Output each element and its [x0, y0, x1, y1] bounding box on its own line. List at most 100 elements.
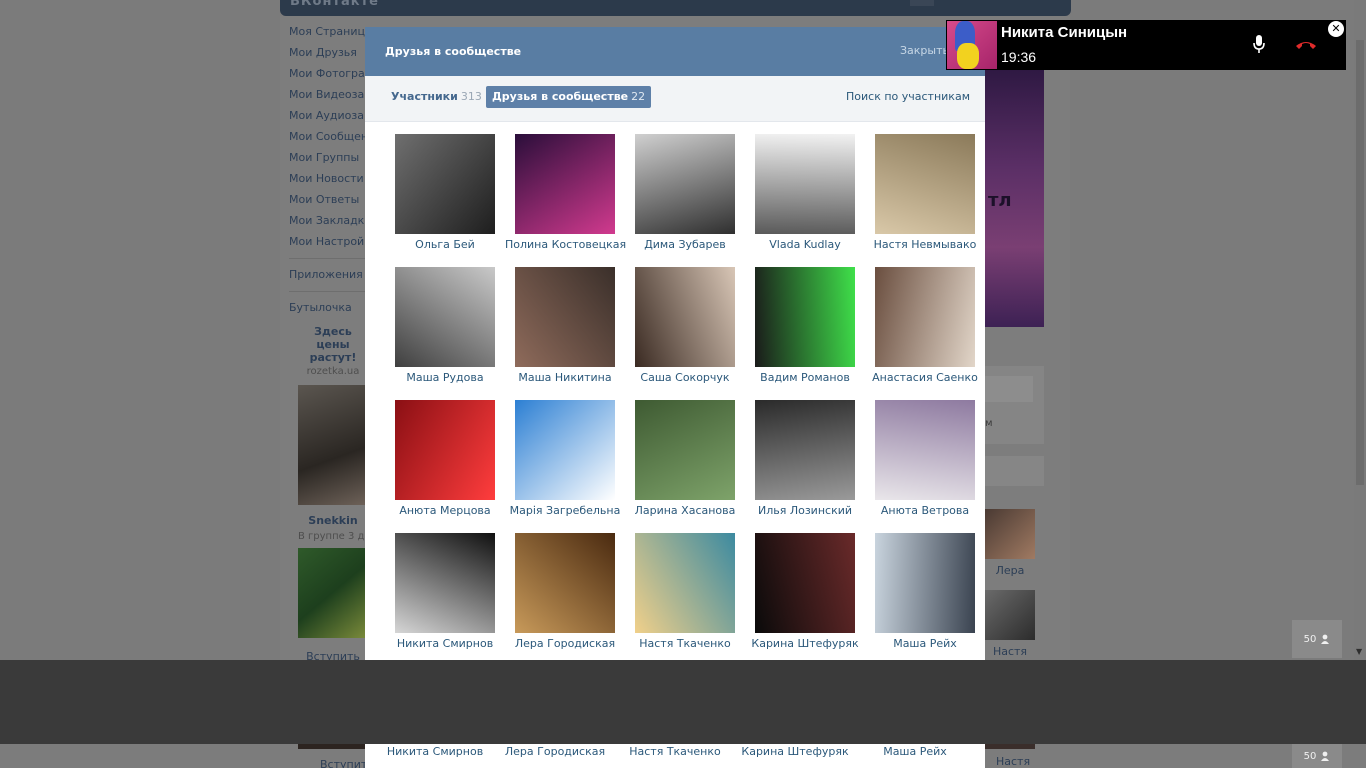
- friend-photo[interactable]: [635, 267, 735, 367]
- call-time: 19:36: [1001, 49, 1037, 65]
- friend-name[interactable]: Никита Смирнов: [385, 637, 505, 651]
- friend-card[interactable]: Настя Ткаченко: [625, 533, 745, 651]
- friend-name[interactable]: Илья Лозинский: [745, 504, 865, 518]
- friend-name[interactable]: Анюта Мерцова: [385, 504, 505, 518]
- friend-photo[interactable]: [515, 400, 615, 500]
- friend-name[interactable]: Настя Ткаченко: [615, 745, 735, 758]
- friend-photo[interactable]: [875, 533, 975, 633]
- friend-name[interactable]: Саша Сокорчук: [625, 371, 745, 385]
- online-counter[interactable]: 50: [1292, 744, 1342, 768]
- friend-photo[interactable]: [875, 267, 975, 367]
- tab-label: Друзья в сообществе: [492, 90, 629, 103]
- friend-thumb[interactable]: [985, 509, 1035, 559]
- friend-name[interactable]: Вадим Романов: [745, 371, 865, 385]
- friend-photo[interactable]: [875, 134, 975, 234]
- friend-name[interactable]: Настя: [985, 645, 1035, 658]
- friend-name[interactable]: Маша Рейх: [865, 637, 985, 651]
- friend-name[interactable]: Карина Штефуряк: [735, 745, 855, 758]
- friend-card[interactable]: Лера Городиская: [505, 533, 625, 651]
- friend-photo[interactable]: [395, 134, 495, 234]
- lower-band: Вступить Никита Смирнов Лера Городиская …: [0, 744, 1366, 768]
- friend-photo[interactable]: [755, 400, 855, 500]
- friend-photo[interactable]: [635, 134, 735, 234]
- friend-name[interactable]: Лера Городиская: [495, 745, 615, 758]
- online-count: 50: [1303, 633, 1317, 645]
- site-header: ВКонтакте: [280, 0, 1071, 16]
- friend-card[interactable]: Анюта Мерцова: [385, 400, 505, 518]
- friend-name[interactable]: Маша Рейх: [855, 745, 975, 758]
- online-counter[interactable]: 50: [1292, 620, 1342, 658]
- tab-friends-in-community[interactable]: Друзья в сообществе 22: [486, 86, 652, 108]
- friend-name[interactable]: Vlada Kudlay: [745, 238, 865, 252]
- friend-name[interactable]: Ларина Хасанова: [625, 504, 745, 518]
- search-members-link[interactable]: Поиск по участникам: [846, 90, 970, 103]
- right-dropdown[interactable]: [985, 376, 1033, 402]
- friend-photo[interactable]: [395, 267, 495, 367]
- modal-close-button[interactable]: Закрыть: [900, 44, 949, 57]
- caller-avatar[interactable]: [947, 21, 997, 69]
- group-image[interactable]: [298, 548, 366, 638]
- group-suggestion: Snekkin В группе 3 друга Вступить: [298, 514, 368, 660]
- friend-photo[interactable]: [635, 533, 735, 633]
- friend-card[interactable]: Маша Никитина: [505, 267, 625, 385]
- profile-banner[interactable]: тл: [984, 62, 1044, 327]
- friend-name[interactable]: Маша Рудова: [385, 371, 505, 385]
- friend-photo[interactable]: [755, 533, 855, 633]
- friend-name[interactable]: Маша Никитина: [505, 371, 625, 385]
- friend-photo[interactable]: [395, 400, 495, 500]
- friend-card[interactable]: Анастасия Саенко: [865, 267, 985, 385]
- friend-card[interactable]: Никита Смирнов: [385, 533, 505, 651]
- site-logo[interactable]: ВКонтакте: [290, 0, 400, 9]
- friend-card[interactable]: Анюта Ветрова: [865, 400, 985, 518]
- friend-name[interactable]: Настя: [996, 755, 1030, 768]
- ad-block[interactable]: Здесь цены растут! rozetka.ua: [298, 325, 368, 505]
- hangup-icon[interactable]: [1294, 37, 1318, 51]
- friend-card[interactable]: Карина Штефуряк: [745, 533, 865, 651]
- ad-title[interactable]: Здесь цены растут!: [298, 325, 368, 364]
- friend-card[interactable]: Илья Лозинский: [745, 400, 865, 518]
- lower-modal-fragment: Никита Смирнов Лера Городиская Настя Тка…: [365, 744, 985, 768]
- friend-photo[interactable]: [395, 533, 495, 633]
- friend-photo[interactable]: [755, 134, 855, 234]
- friend-card[interactable]: Дима Зубарев: [625, 134, 745, 252]
- friend-name[interactable]: Анюта Ветрова: [865, 504, 985, 518]
- friend-card[interactable]: Ольга Бей: [385, 134, 505, 252]
- friend-name[interactable]: Настя Ткаченко: [625, 637, 745, 651]
- group-join-link[interactable]: Вступить: [298, 650, 368, 660]
- friend-card[interactable]: Ларина Хасанова: [625, 400, 745, 518]
- friend-photo[interactable]: [755, 267, 855, 367]
- friend-name[interactable]: Дима Зубарев: [625, 238, 745, 252]
- friend-card[interactable]: Настя Невмывако: [865, 134, 985, 252]
- friend-photo[interactable]: [635, 400, 735, 500]
- friend-card[interactable]: Полина Костовецкая: [505, 134, 626, 252]
- friend-name[interactable]: Настя Невмывако: [865, 238, 985, 252]
- friend-card[interactable]: Марія Загребельна: [505, 400, 625, 518]
- close-icon[interactable]: ✕: [1328, 21, 1344, 37]
- friend-photo[interactable]: [875, 400, 975, 500]
- friend-photo[interactable]: [515, 533, 615, 633]
- scroll-down-icon[interactable]: ▼: [1356, 647, 1362, 656]
- friend-name[interactable]: Лера: [985, 564, 1035, 577]
- group-title[interactable]: Snekkin: [298, 514, 368, 527]
- friend-name[interactable]: Лера Городиская: [505, 637, 625, 651]
- microphone-icon[interactable]: [1252, 34, 1266, 54]
- friend-photo[interactable]: [515, 267, 615, 367]
- friend-thumb[interactable]: [985, 590, 1035, 640]
- tab-members[interactable]: Участники 313: [385, 86, 488, 108]
- header-search-box[interactable]: [910, 0, 934, 6]
- friend-card[interactable]: Маша Рейх: [865, 533, 985, 651]
- friend-photo[interactable]: [515, 134, 615, 234]
- friend-name[interactable]: Полина Костовецкая: [505, 238, 626, 252]
- friend-card[interactable]: Вадим Романов: [745, 267, 865, 385]
- scrollbar[interactable]: ▼: [1354, 0, 1366, 660]
- friend-name[interactable]: Карина Штефуряк: [745, 637, 865, 651]
- friend-card[interactable]: Маша Рудова: [385, 267, 505, 385]
- friend-name[interactable]: Ольга Бей: [385, 238, 505, 252]
- scrollbar-thumb[interactable]: [1356, 40, 1364, 485]
- friend-name[interactable]: Анастасия Саенко: [865, 371, 985, 385]
- friend-card[interactable]: Саша Сокорчук: [625, 267, 745, 385]
- friend-card[interactable]: Vlada Kudlay: [745, 134, 865, 252]
- ad-image[interactable]: [298, 385, 366, 505]
- friend-name[interactable]: Никита Смирнов: [375, 745, 495, 758]
- friend-name[interactable]: Марія Загребельна: [505, 504, 625, 518]
